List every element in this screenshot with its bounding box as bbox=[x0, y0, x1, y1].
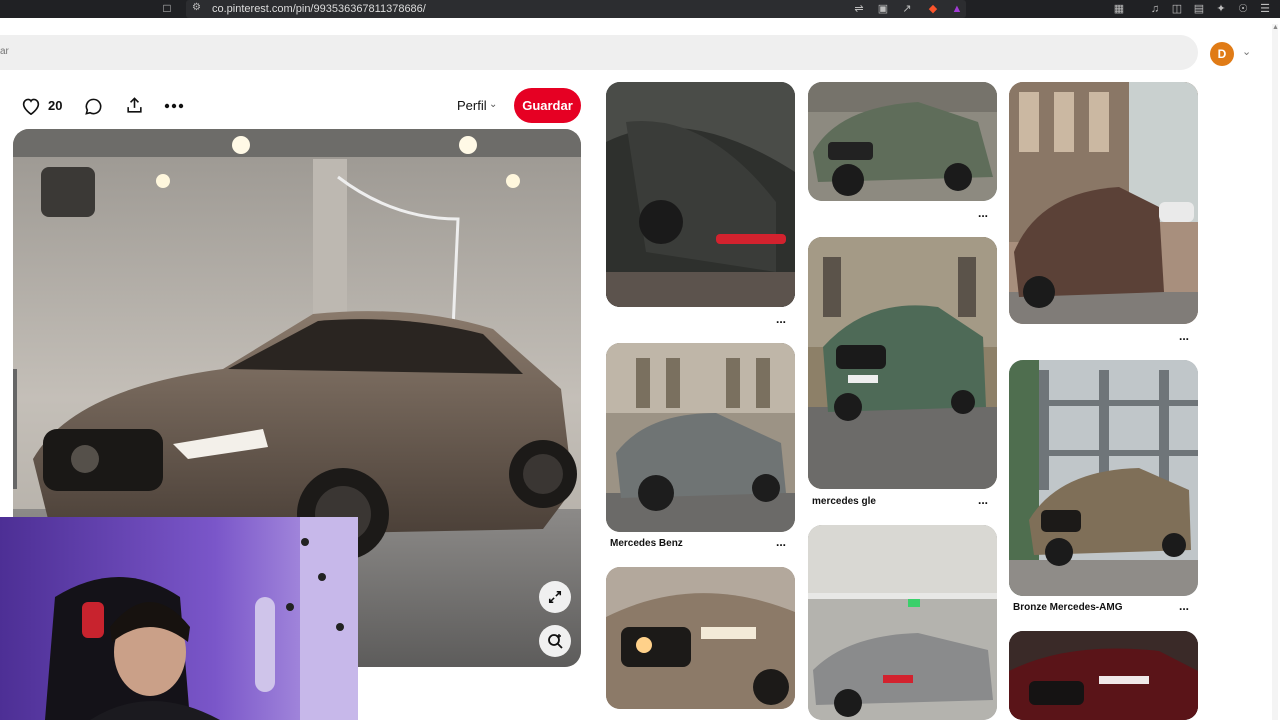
sidebar-icon[interactable]: ◫ bbox=[1170, 2, 1184, 16]
grid-pin-image[interactable] bbox=[606, 567, 795, 709]
grid-pin-image[interactable] bbox=[606, 82, 795, 307]
cast-icon[interactable]: ▣ bbox=[876, 2, 890, 16]
more-options-icon[interactable]: ... bbox=[1179, 599, 1189, 613]
more-options-icon[interactable]: ... bbox=[776, 312, 786, 326]
search-bar[interactable]: ar bbox=[0, 35, 1198, 70]
webcam-overlay bbox=[0, 517, 358, 720]
avatar[interactable]: D bbox=[1210, 42, 1234, 66]
share-icon[interactable] bbox=[123, 94, 145, 116]
like-count: 20 bbox=[48, 98, 63, 113]
heart-icon[interactable] bbox=[20, 95, 42, 117]
comment-icon[interactable] bbox=[82, 95, 104, 117]
grid-pin-image[interactable] bbox=[808, 525, 997, 720]
save-button[interactable]: Guardar bbox=[514, 88, 581, 123]
music-icon[interactable]: ♫ bbox=[1148, 2, 1162, 16]
visual-search-icon[interactable] bbox=[539, 625, 571, 657]
expand-icon[interactable] bbox=[539, 581, 571, 613]
grid-pin-image[interactable] bbox=[808, 237, 997, 489]
grid-pin-image[interactable] bbox=[808, 82, 997, 201]
share-icon[interactable]: ↗ bbox=[900, 2, 914, 16]
grid-pin-image[interactable] bbox=[1009, 360, 1198, 596]
tab-search-icon[interactable]: ▦ bbox=[1112, 2, 1126, 16]
translate-icon[interactable]: ⇌ bbox=[852, 2, 866, 16]
pin-title[interactable]: Bronze Mercedes-AMG bbox=[1013, 602, 1122, 613]
grid-pin-image[interactable] bbox=[1009, 82, 1198, 324]
more-options-icon[interactable]: ... bbox=[978, 206, 988, 220]
url-text[interactable]: co.pinterest.com/pin/993536367811378686/ bbox=[212, 2, 426, 16]
site-info-icon[interactable]: ⚙ bbox=[192, 2, 204, 14]
browser-toolbar: □ ⚙ co.pinterest.com/pin/993536367811378… bbox=[0, 0, 1280, 18]
chevron-down-icon[interactable]: ⌄ bbox=[489, 99, 497, 110]
pin-title[interactable]: Mercedes Benz bbox=[610, 538, 683, 549]
more-options-icon[interactable]: ... bbox=[978, 493, 988, 507]
scrollbar[interactable]: ▲ bbox=[1272, 24, 1279, 720]
grid-pin-image[interactable] bbox=[1009, 631, 1198, 720]
more-options-icon[interactable]: ... bbox=[776, 535, 786, 549]
more-options-icon[interactable]: ... bbox=[1179, 329, 1189, 343]
grid-pin-image[interactable] bbox=[606, 343, 795, 532]
bookmark-icon[interactable]: □ bbox=[160, 1, 174, 15]
menu-icon[interactable]: ☰ bbox=[1258, 2, 1272, 16]
vpn-icon[interactable]: ☉ bbox=[1236, 2, 1250, 16]
brave-shield-icon[interactable]: ◆ bbox=[926, 2, 940, 16]
chevron-down-icon[interactable]: ⌄ bbox=[1242, 45, 1251, 58]
scroll-up-icon[interactable]: ▲ bbox=[1272, 24, 1279, 34]
search-placeholder: ar bbox=[0, 46, 9, 57]
more-options-icon[interactable] bbox=[163, 95, 185, 117]
pin-title[interactable]: mercedes gle bbox=[812, 496, 876, 507]
wallet-icon[interactable]: ▤ bbox=[1192, 2, 1206, 16]
extensions-icon[interactable]: ✦ bbox=[1214, 2, 1228, 16]
rewards-icon[interactable]: ▲ bbox=[950, 2, 964, 16]
profile-dropdown[interactable]: Perfil bbox=[457, 98, 487, 113]
